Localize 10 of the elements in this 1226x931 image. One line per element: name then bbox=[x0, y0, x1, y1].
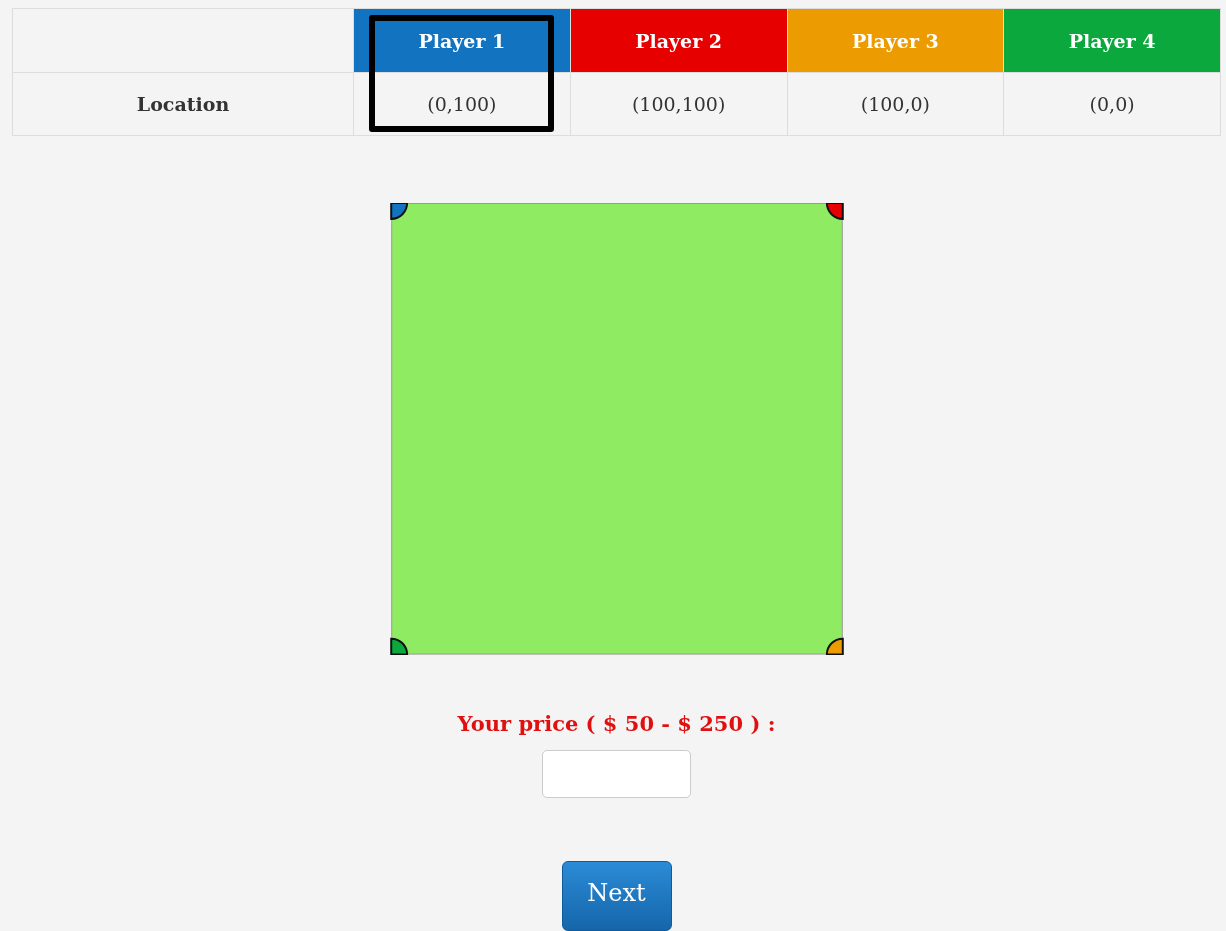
table-cell: (0,0) bbox=[1003, 72, 1221, 136]
price-label: Your price ( $ 50 - $ 250 ) : bbox=[457, 710, 776, 736]
player-header: Player 4 bbox=[1003, 8, 1221, 73]
player-header: Player 2 bbox=[570, 8, 787, 73]
table-cell: (100,100) bbox=[570, 72, 787, 136]
player-header: Player 3 bbox=[787, 8, 1004, 73]
table-cell: (100,0) bbox=[787, 72, 1004, 136]
row-label: Location bbox=[12, 72, 354, 136]
next-button[interactable]: Next bbox=[561, 861, 672, 931]
price-input-field[interactable] bbox=[542, 749, 691, 799]
